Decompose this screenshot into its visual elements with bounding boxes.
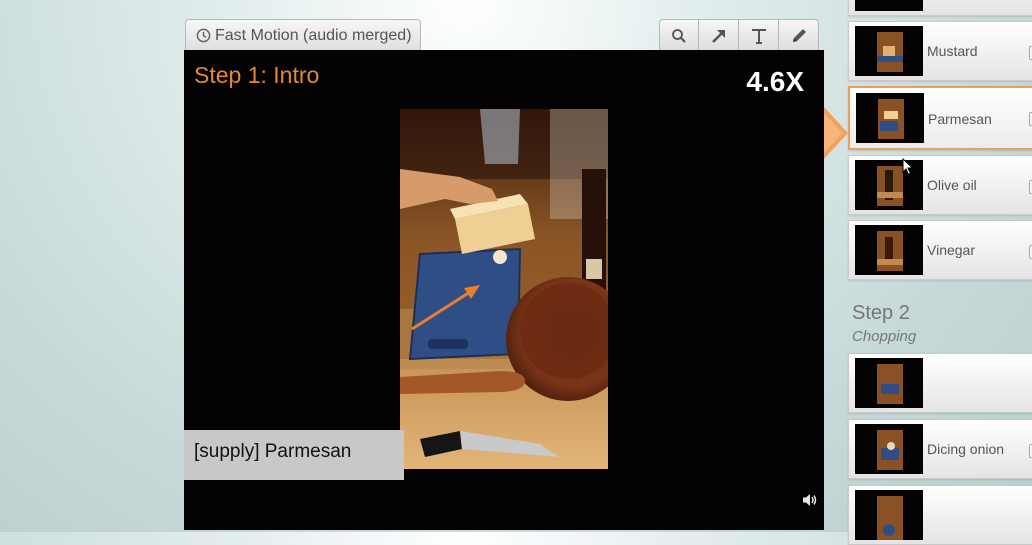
- step-item-label: Olive oil: [927, 177, 977, 193]
- video-player[interactable]: Step 1: Intro 4.6X [supply] Parmesan: [184, 50, 824, 530]
- step-thumbnail: [855, 0, 923, 11]
- fast-motion-label: Fast Motion (audio merged): [215, 26, 412, 44]
- search-icon: [672, 28, 686, 43]
- pencil-tool-button[interactable]: [779, 19, 819, 51]
- step-item-label: Mustard: [927, 43, 978, 59]
- speed-indicator: 4.6X: [746, 66, 804, 97]
- clock-icon: [196, 28, 211, 43]
- search-button[interactable]: [659, 19, 699, 51]
- step-sidebar: Mustard Parmesan Olive oil Vinegar Step …: [846, 0, 1032, 545]
- step-title: Step 1: Intro: [194, 62, 320, 88]
- arrow-tool-button[interactable]: [699, 19, 739, 51]
- speaker-icon: [803, 494, 817, 506]
- step-item[interactable]: [848, 0, 1032, 16]
- pencil-icon: [792, 28, 806, 42]
- step-thumbnail: [855, 225, 923, 275]
- step-item-mustard[interactable]: Mustard: [848, 21, 1032, 81]
- step-item-olive-oil[interactable]: Olive oil: [848, 155, 1032, 215]
- step-heading: Step 2: [852, 302, 910, 324]
- step-thumbnail: [855, 490, 923, 540]
- step-thumbnail: [856, 93, 924, 143]
- arrow-icon: [711, 29, 725, 43]
- caption-overlay: [supply] Parmesan: [184, 430, 404, 480]
- step-thumbnail: [855, 26, 923, 76]
- annotation-toolbar: [659, 19, 819, 51]
- mouse-cursor-icon: [902, 157, 914, 181]
- fast-motion-tab[interactable]: Fast Motion (audio merged): [185, 19, 421, 51]
- step-item[interactable]: [848, 353, 1032, 413]
- volume-button[interactable]: [802, 493, 818, 512]
- step-item-dicing-onion[interactable]: Dicing onion: [848, 419, 1032, 479]
- step-item[interactable]: [848, 485, 1032, 545]
- text-tool-button[interactable]: [739, 19, 779, 51]
- step-thumbnail: [855, 424, 923, 474]
- step-item-parmesan[interactable]: Parmesan: [848, 86, 1032, 150]
- step-item-label: Vinegar: [927, 242, 976, 258]
- step-item-label: Parmesan: [928, 111, 992, 127]
- step-subtitle: Chopping: [852, 328, 917, 345]
- text-icon: [751, 28, 766, 44]
- step-item-vinegar[interactable]: Vinegar: [848, 220, 1032, 280]
- video-frame: [400, 109, 608, 469]
- step-thumbnail: [855, 358, 923, 408]
- step-item-label: Dicing onion: [927, 441, 1005, 457]
